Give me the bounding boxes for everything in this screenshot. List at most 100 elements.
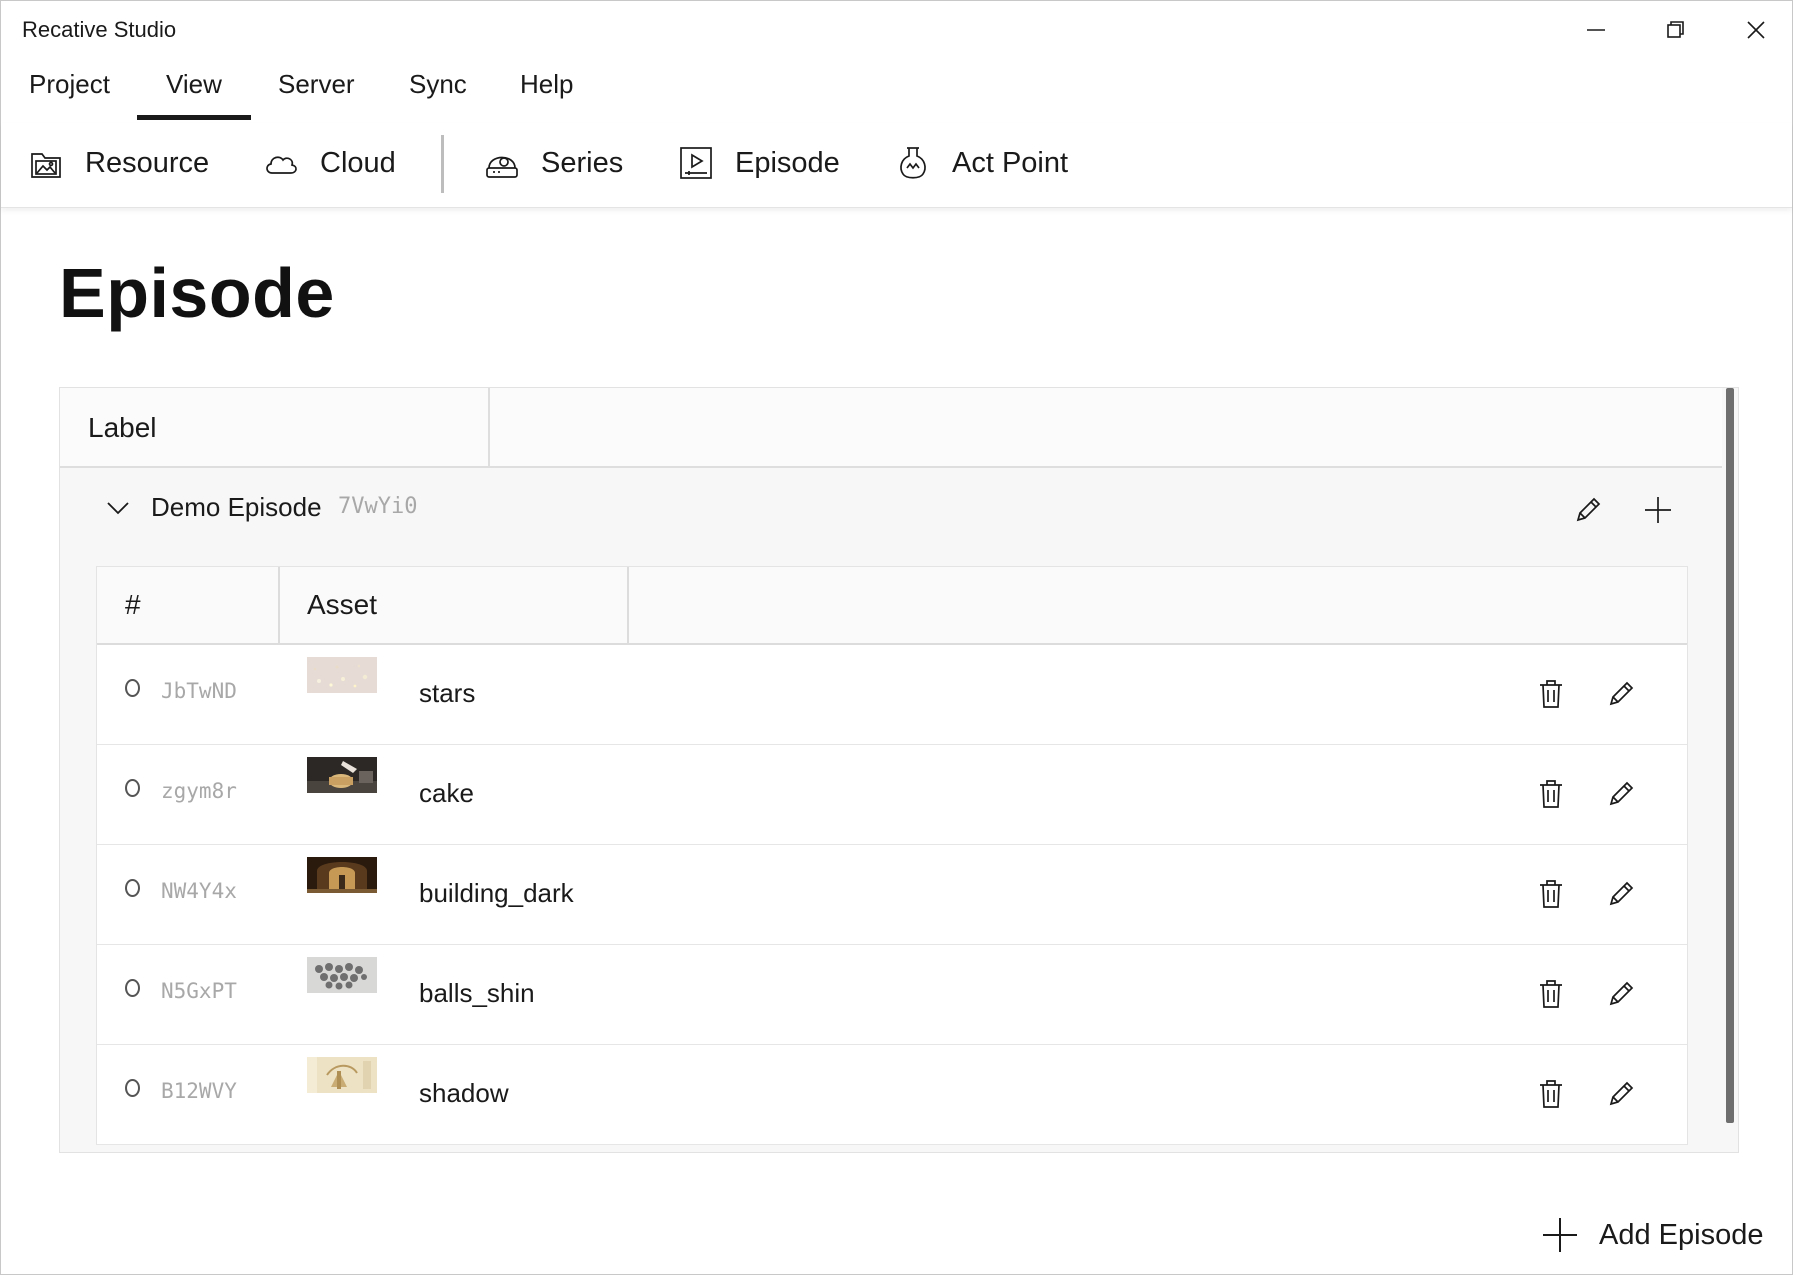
asset-id: N5GxPT <box>161 979 237 1003</box>
add-episode-button[interactable]: Add Episode <box>1541 1211 1763 1259</box>
asset-table: # Asset JbTwND stars zgym8r cake NW4Y4x … <box>96 566 1688 1145</box>
label-column-header: Label <box>88 412 157 443</box>
app-title: Recative Studio <box>22 17 177 42</box>
menu-sync[interactable]: Sync <box>405 69 471 100</box>
pencil-icon <box>1576 497 1601 522</box>
menu-view[interactable]: View <box>162 69 226 100</box>
edit-button[interactable] <box>1599 872 1643 916</box>
table-header: Label <box>60 388 1722 468</box>
table-row[interactable]: N5GxPT balls_shin <box>97 945 1687 1045</box>
minimize-icon <box>1587 29 1605 31</box>
resource-button[interactable]: Resource <box>27 141 209 185</box>
act-point-button[interactable]: Act Point <box>894 141 1068 185</box>
episode-id: 7VwYi0 <box>338 494 418 519</box>
vertical-scrollbar[interactable] <box>1726 388 1734 1123</box>
table-row[interactable]: zgym8r cake <box>97 745 1687 845</box>
delete-button[interactable] <box>1529 972 1573 1016</box>
asset-name: balls_shin <box>419 978 535 1008</box>
episode-label: Episode <box>735 146 840 179</box>
menu-bar: Project View Server Sync Help <box>1 61 1792 123</box>
resource-label: Resource <box>85 146 210 179</box>
table-row[interactable]: JbTwND stars <box>97 645 1687 745</box>
trash-icon <box>1540 780 1562 808</box>
collapse-toggle[interactable] <box>104 494 132 522</box>
toolbar-separator <box>441 135 444 193</box>
row-marker <box>125 979 140 997</box>
delete-button[interactable] <box>1529 1072 1573 1116</box>
cloud-button[interactable]: Cloud <box>262 141 396 185</box>
trash-icon <box>1540 680 1562 708</box>
pencil-icon <box>1609 881 1634 906</box>
toolbar: Resource Cloud Series Episode Act Point <box>1 123 1792 208</box>
trash-icon <box>1540 880 1562 908</box>
menu-server[interactable]: Server <box>274 69 359 100</box>
series-button[interactable]: Series <box>483 141 623 185</box>
column-divider <box>627 567 629 643</box>
asset-table-header: # Asset <box>97 567 1687 645</box>
restore-button[interactable] <box>1647 11 1705 49</box>
close-icon <box>1747 21 1765 39</box>
image-folder-icon <box>31 153 61 178</box>
asset-name: stars <box>419 678 476 708</box>
asset-thumbnail <box>307 857 377 893</box>
number-column-header: # <box>125 589 141 620</box>
asset-id: NW4Y4x <box>161 879 237 903</box>
pencil-icon <box>1609 781 1634 806</box>
cloud-icon <box>266 156 297 174</box>
column-divider <box>488 388 490 466</box>
episode-label: Demo Episode <box>151 492 322 522</box>
menu-help[interactable]: Help <box>516 69 577 100</box>
table-row[interactable]: NW4Y4x building_dark <box>97 845 1687 945</box>
trash-icon <box>1540 980 1562 1008</box>
minimize-button[interactable] <box>1567 11 1625 49</box>
asset-name: shadow <box>419 1078 509 1108</box>
edit-button[interactable] <box>1599 972 1643 1016</box>
asset-id: B12WVY <box>161 1079 237 1103</box>
asset-thumbnail <box>307 757 377 793</box>
asset-thumbnail <box>307 957 377 993</box>
plus-icon <box>1543 1218 1577 1252</box>
delete-button[interactable] <box>1529 672 1573 716</box>
asset-column-header: Asset <box>307 589 378 620</box>
series-label: Series <box>541 146 624 179</box>
active-menu-indicator <box>137 115 251 120</box>
chevron-down-icon <box>107 502 129 515</box>
episode-group-row: Demo Episode 7VwYi0 <box>60 470 1722 550</box>
menu-project[interactable]: Project <box>25 69 114 100</box>
edit-button[interactable] <box>1599 672 1643 716</box>
add-asset-button[interactable] <box>1636 488 1680 532</box>
pencil-icon <box>1609 1081 1634 1106</box>
pencil-icon <box>1609 981 1634 1006</box>
restore-icon <box>1667 21 1684 38</box>
page-title: Episode <box>59 254 335 332</box>
row-marker <box>125 1079 140 1097</box>
asset-thumbnail <box>307 657 377 693</box>
row-marker <box>125 879 140 897</box>
plus-icon <box>1645 497 1671 523</box>
asset-name: building_dark <box>419 878 574 908</box>
asset-name: cake <box>419 778 474 808</box>
asset-id: zgym8r <box>161 779 237 803</box>
delete-button[interactable] <box>1529 772 1573 816</box>
delete-button[interactable] <box>1529 872 1573 916</box>
act-point-label: Act Point <box>952 146 1069 179</box>
asset-id: JbTwND <box>161 679 237 703</box>
edit-episode-button[interactable] <box>1566 488 1610 532</box>
app-window: Recative Studio Project View Server Sync… <box>0 0 1793 1275</box>
edit-button[interactable] <box>1599 1072 1643 1116</box>
add-episode-label: Add Episode <box>1599 1218 1764 1251</box>
table-row[interactable]: B12WVY shadow <box>97 1045 1687 1145</box>
flask-icon <box>900 147 926 179</box>
asset-thumbnail <box>307 1057 377 1093</box>
video-play-icon <box>680 147 712 179</box>
trash-icon <box>1540 1080 1562 1108</box>
cloud-label: Cloud <box>320 146 396 179</box>
episode-button[interactable]: Episode <box>677 141 840 185</box>
edit-button[interactable] <box>1599 772 1643 816</box>
row-marker <box>125 779 140 797</box>
close-button[interactable] <box>1727 11 1785 49</box>
pencil-icon <box>1609 681 1634 706</box>
row-marker <box>125 679 140 697</box>
series-icon <box>486 156 518 178</box>
title-bar: Recative Studio <box>1 1 1792 57</box>
